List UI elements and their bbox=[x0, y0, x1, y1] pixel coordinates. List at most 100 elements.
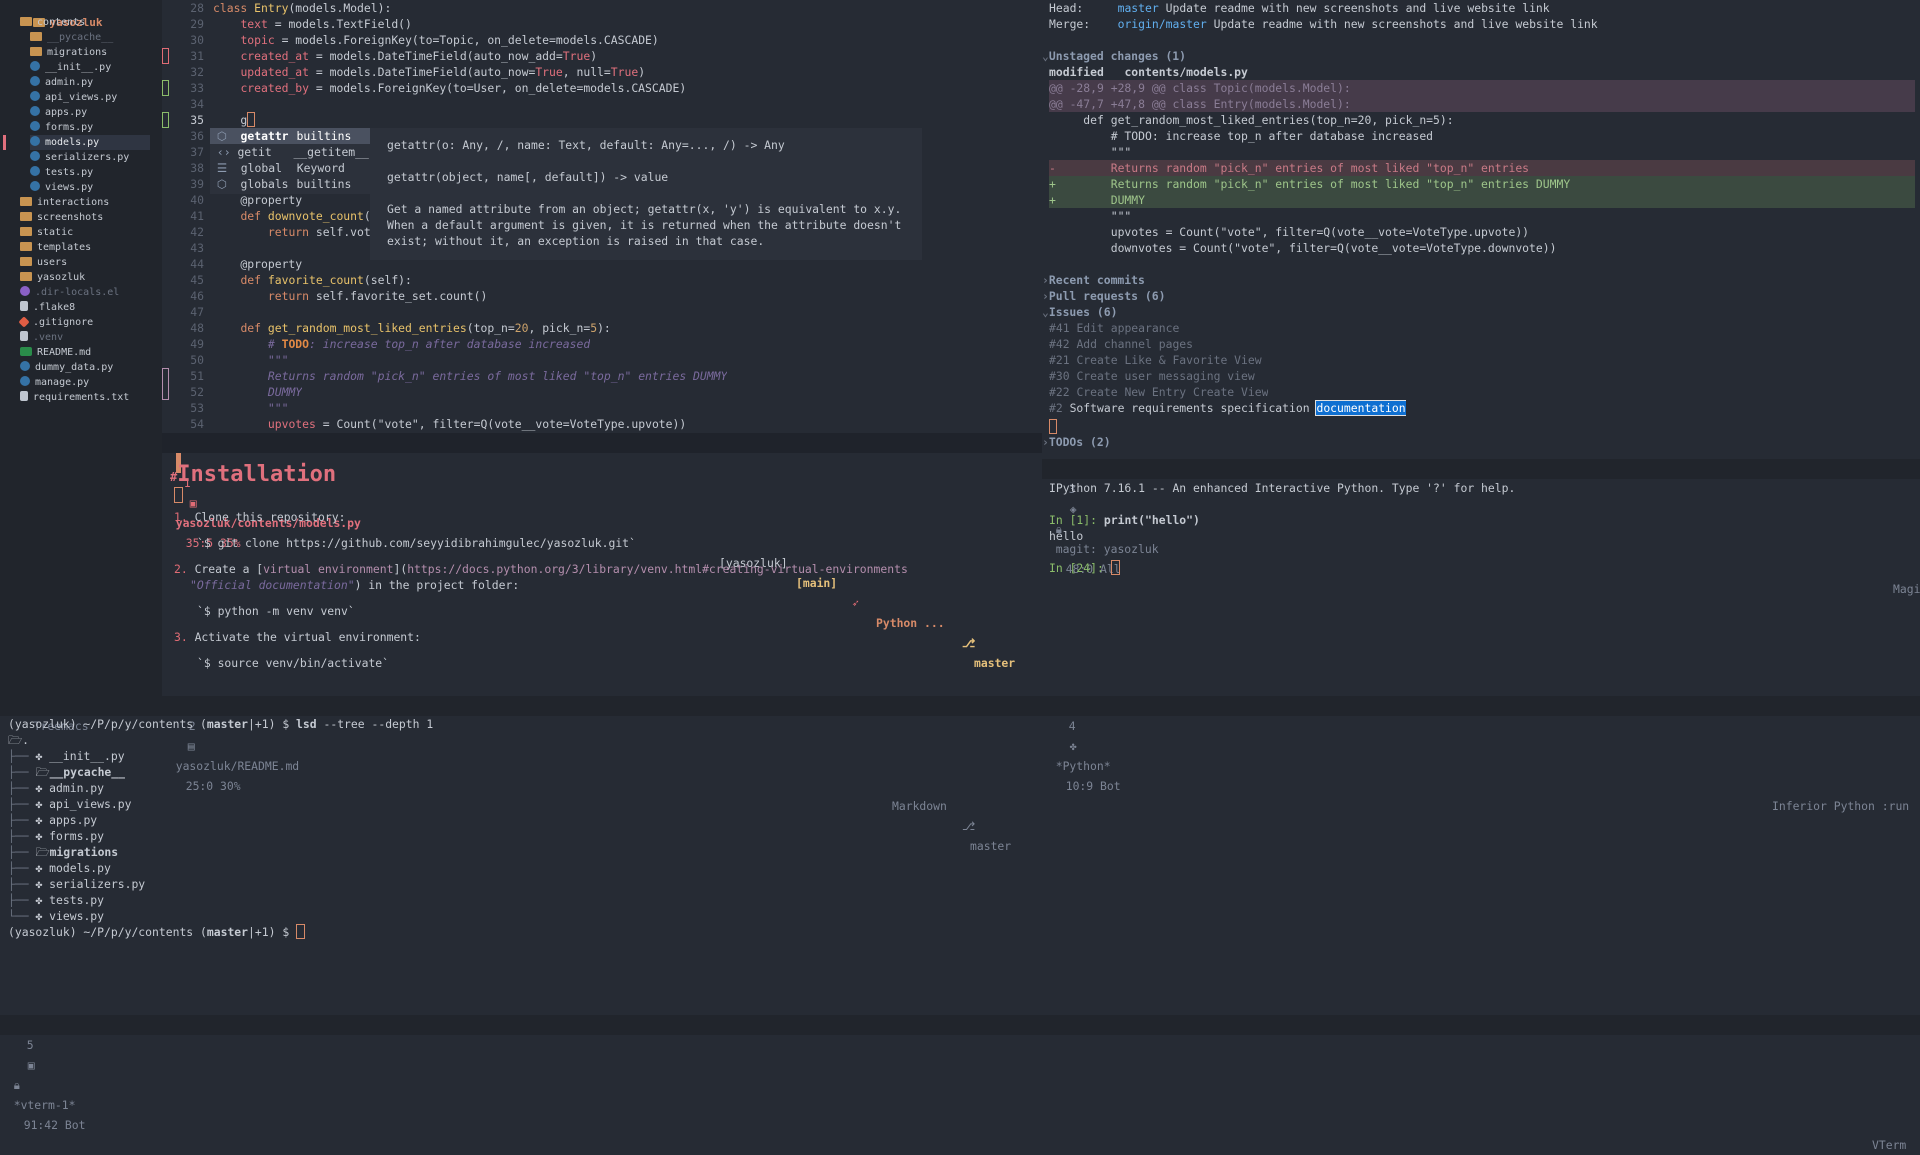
issue-item[interactable]: #42 Add channel pages bbox=[1049, 336, 1193, 352]
diff-marker-changed bbox=[162, 80, 169, 96]
line-number: 50 bbox=[190, 353, 204, 367]
treemacs-item[interactable]: users bbox=[20, 255, 150, 270]
treemacs-item[interactable]: screenshots bbox=[20, 210, 150, 225]
ipython-output-1: hello bbox=[1049, 529, 1084, 543]
magit-modeline: 3 ◈ 🔒︎ magit: yasozluk 48:0 All Magit bbox=[1042, 459, 1920, 596]
code-line: 46 return self.favorite_set.count() bbox=[174, 288, 487, 304]
folder-icon bbox=[20, 272, 32, 281]
diff-added-line: + Returns random "pick_n" entries of mos… bbox=[1049, 176, 1915, 192]
treemacs-item-label: dummy_data.py bbox=[35, 362, 114, 373]
code-line: 50 """ bbox=[174, 352, 288, 368]
doc-body-3: exist; without it, an exception is raise… bbox=[387, 234, 765, 248]
tree-entry: ├── ✤ tests.py bbox=[8, 893, 105, 907]
modified-file[interactable]: modified contents/models.py bbox=[1049, 64, 1248, 80]
pull-requests-section[interactable]: ›Pull requests (6) bbox=[1042, 288, 1165, 304]
treemacs-item-label: forms.py bbox=[45, 122, 94, 133]
venv-docs-link[interactable]: https://docs.python.org/3/library/venv.h… bbox=[407, 562, 908, 576]
treemacs-item[interactable]: static bbox=[20, 225, 150, 240]
treemacs-item[interactable]: yasozluk bbox=[20, 270, 150, 285]
line-number: 29 bbox=[190, 17, 204, 31]
treemacs-item-label: users bbox=[37, 257, 68, 268]
treemacs-item[interactable]: api_views.py bbox=[30, 90, 150, 105]
ipython-banner: IPython 7.16.1 -- An enhanced Interactiv… bbox=[1049, 481, 1516, 495]
treemacs-item-label: README.md bbox=[37, 347, 92, 358]
treemacs-item[interactable]: __init__.py bbox=[30, 60, 150, 75]
completion-item[interactable]: ‹› getit __getitem__ bbox=[210, 144, 370, 160]
emacs-lisp-icon bbox=[20, 286, 30, 296]
diff-removed-line: - Returns random "pick_n" entries of mos… bbox=[1049, 160, 1915, 176]
line-number: 31 bbox=[190, 49, 204, 63]
diff-context: """ bbox=[1049, 145, 1132, 159]
treemacs-item[interactable]: __pycache__ bbox=[30, 30, 150, 45]
completion-item[interactable]: ⬡ globals builtins bbox=[210, 176, 370, 192]
treemacs-item[interactable]: admin.py bbox=[30, 75, 150, 90]
readme-markdown-buffer[interactable]: #Installation 1. Clone this repository: … bbox=[162, 462, 1042, 710]
treemacs-item[interactable]: README.md bbox=[20, 345, 150, 360]
treemacs-item[interactable]: forms.py bbox=[30, 120, 150, 135]
treemacs-item[interactable]: .gitignore bbox=[18, 315, 150, 330]
issues-section[interactable]: ⌄Issues (6) bbox=[1042, 304, 1117, 320]
editor-modeline: 1 ▣ yasozluk/contents/models.py 35:5 35%… bbox=[162, 433, 1042, 670]
treemacs-root[interactable]: yasozluk bbox=[6, 0, 102, 29]
code-line: 33 created_by = models.ForeignKey(to=Use… bbox=[174, 80, 686, 96]
treemacs-item[interactable]: requirements.txt bbox=[20, 390, 150, 405]
treemacs-item[interactable]: .flake8 bbox=[20, 300, 150, 315]
terminal-prompt-active[interactable]: (yasozluk) ~/P/p/y/contents (master|+1) … bbox=[8, 924, 306, 940]
treemacs-modeline: Treemacs bbox=[0, 696, 162, 733]
ipython-repl[interactable]: IPython 7.16.1 -- An enhanced Interactiv… bbox=[1042, 480, 1920, 702]
treemacs-item-label: .gitignore bbox=[33, 317, 94, 328]
issue-item[interactable]: #41 Edit appearance bbox=[1049, 320, 1179, 336]
line-number: 28 bbox=[190, 1, 204, 15]
treemacs-item[interactable]: interactions bbox=[20, 195, 150, 210]
treemacs-item-label: __init__.py bbox=[45, 62, 112, 73]
treemacs-item[interactable]: .dir-locals.el bbox=[20, 285, 150, 300]
issue-item[interactable]: #21 Create Like & Favorite View bbox=[1049, 352, 1262, 368]
code-line: 39 bbox=[174, 176, 213, 192]
python-icon: ✤ bbox=[35, 861, 50, 875]
code-line: 49 # TODO: increase top_n after database… bbox=[174, 336, 590, 352]
magit-status-buffer[interactable]: Head: master Update readme with new scre… bbox=[1042, 0, 1920, 460]
folder-icon bbox=[20, 242, 32, 251]
issue-item[interactable]: #30 Create user messaging view bbox=[1049, 368, 1255, 384]
diff-added-line: + DUMMY bbox=[1049, 192, 1915, 208]
diff-hunk-header-1[interactable]: @@ -28,9 +28,9 @@ class Topic(models.Mod… bbox=[1049, 80, 1915, 96]
treemacs-item[interactable]: serializers.py bbox=[30, 150, 150, 165]
treemacs-item[interactable]: models.py bbox=[30, 135, 150, 150]
treemacs-item[interactable]: manage.py bbox=[20, 375, 150, 390]
text-cursor bbox=[1049, 419, 1057, 434]
line-number: 52 bbox=[190, 385, 204, 399]
readme-cmd-3: `$ source venv/bin/activate` bbox=[197, 656, 390, 670]
completion-item[interactable]: ⬡ getattr builtins bbox=[210, 128, 370, 144]
treemacs-item[interactable]: .venv bbox=[20, 330, 150, 345]
readme-step-2: 2. Create a [virtual environment](https:… bbox=[174, 562, 908, 576]
treemacs-item-label: apps.py bbox=[45, 107, 88, 118]
unstaged-section[interactable]: ⌄Unstaged changes (1) bbox=[1042, 48, 1186, 64]
todos-section[interactable]: ›TODOs (2) bbox=[1042, 434, 1111, 450]
treemacs-item[interactable]: templates bbox=[20, 240, 150, 255]
treemacs-item[interactable]: tests.py bbox=[30, 165, 150, 180]
diff-marker-removed bbox=[162, 48, 169, 64]
issue-item[interactable]: #2 Software requirements specification d… bbox=[1049, 400, 1406, 416]
treemacs-item[interactable]: views.py bbox=[30, 180, 150, 195]
doc-body-2: When a default argument is given, it is … bbox=[387, 218, 902, 232]
treemacs-item-label: serializers.py bbox=[45, 152, 130, 163]
vterm-terminal[interactable]: (yasozluk) ~/P/p/y/contents (master|+1) … bbox=[0, 716, 1920, 1016]
function-icon: ⬡ bbox=[210, 129, 234, 143]
ipython-prompt[interactable]: In [24]: bbox=[1049, 560, 1120, 576]
treemacs-item[interactable]: migrations bbox=[30, 45, 150, 60]
treemacs-item-label: migrations bbox=[47, 47, 108, 58]
diff-context: # TODO: increase top_n after database in… bbox=[1049, 129, 1434, 143]
diff-hunk-header-2[interactable]: @@ -47,7 +47,8 @@ class Entry(models.Mod… bbox=[1049, 96, 1915, 112]
treemacs-item[interactable]: dummy_data.py bbox=[20, 360, 150, 375]
line-number: 48 bbox=[190, 321, 204, 335]
completion-popup[interactable]: ⬡ getattr builtins ‹› getit __getitem__ ☰ … bbox=[210, 128, 370, 194]
lock-icon: 🔒︎ bbox=[13, 1078, 20, 1092]
recent-commits-section[interactable]: ›Recent commits bbox=[1042, 272, 1145, 288]
treemacs-item[interactable]: contents bbox=[20, 15, 150, 30]
completion-item[interactable]: ☰ global Keyword bbox=[210, 160, 370, 176]
treemacs-item[interactable]: apps.py bbox=[30, 105, 150, 120]
file-icon bbox=[20, 301, 28, 311]
issue-item[interactable]: #22 Create New Entry Create View bbox=[1049, 384, 1268, 400]
folder-open-icon bbox=[20, 17, 32, 26]
code-line: 42 return self.vote_ bbox=[174, 224, 384, 240]
